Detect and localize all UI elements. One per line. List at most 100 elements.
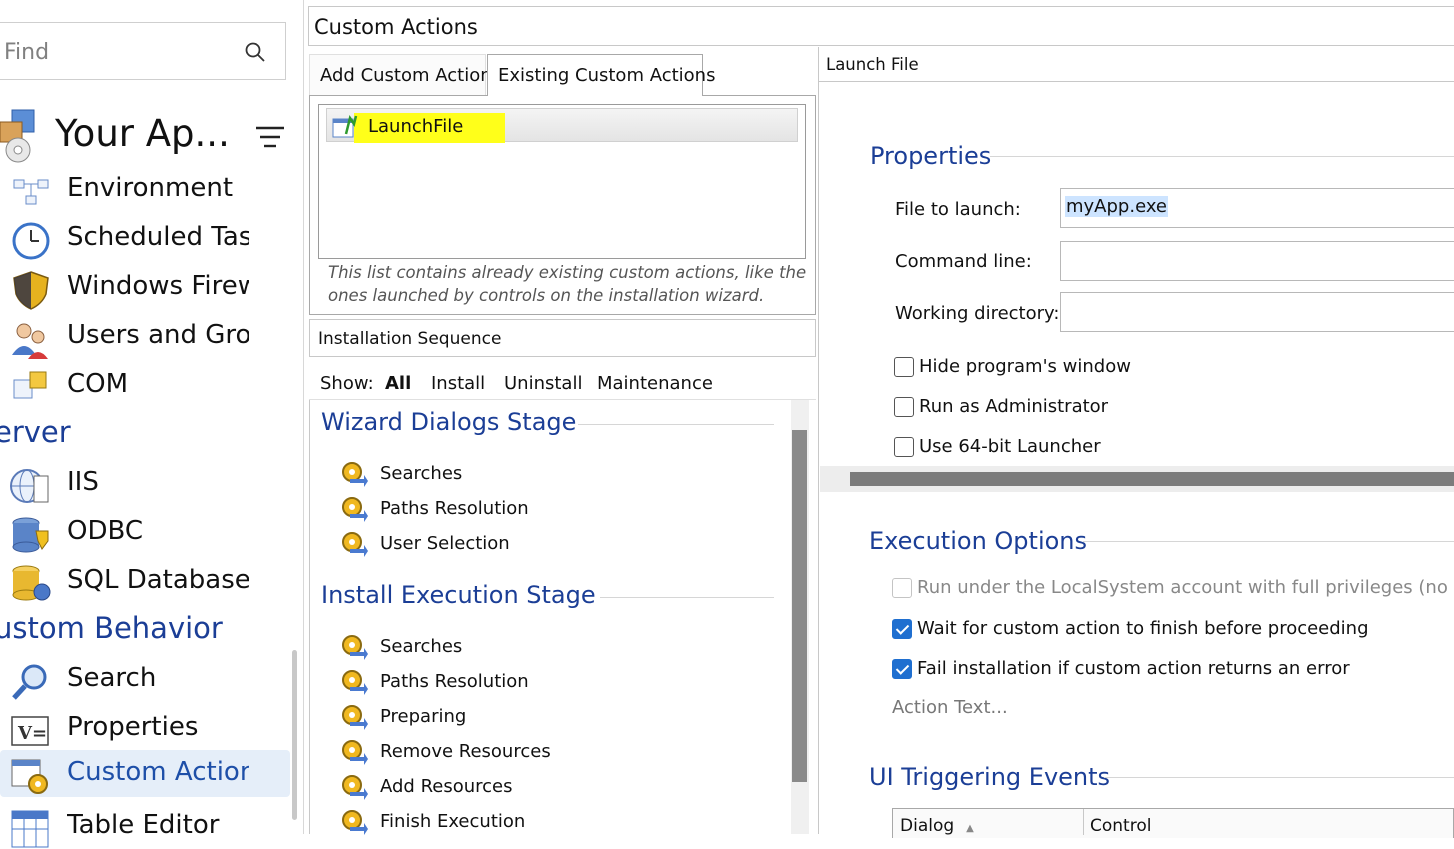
sequence-step-icon (342, 740, 368, 765)
sequence-item-label: Paths Resolution (380, 671, 529, 692)
search-icon[interactable] (244, 41, 266, 63)
sidebar-item-odbc[interactable]: ODBC (0, 509, 290, 555)
grid-column-dialog-label: Dialog (900, 816, 955, 836)
sidebar-item-com[interactable]: COM (0, 362, 290, 408)
sidebar-item-label: IIS (67, 467, 99, 497)
action-text-link[interactable]: Action Text... (892, 697, 1008, 718)
clock-icon (12, 222, 50, 260)
section-divider (990, 156, 1454, 157)
file-to-launch-value: myApp.exe (1065, 196, 1169, 217)
sidebar-item-label: Scheduled Task (67, 222, 249, 252)
sidebar-item-label: COM (67, 369, 129, 399)
sequence-step-icon (342, 705, 368, 730)
sidebar-scrollbar[interactable] (292, 650, 297, 820)
section-divider (1083, 541, 1454, 542)
run-as-admin-checkbox[interactable] (894, 397, 914, 417)
sidebar-item-windows-firewall[interactable]: Windows Firew (0, 264, 290, 310)
sidebar-item-scheduled-task[interactable]: Scheduled Task (0, 215, 290, 261)
execution-options-title: Execution Options (869, 527, 1088, 555)
run-as-admin-label: Run as Administrator (919, 396, 1109, 417)
file-to-launch-input[interactable]: myApp.exe (1060, 188, 1454, 228)
sequence-step-icon (342, 670, 368, 695)
ui-triggering-events-title: UI Triggering Events (869, 763, 1111, 791)
sidebar-item-table-editor[interactable]: Table Editor (0, 803, 290, 849)
section-divider (1104, 777, 1454, 778)
use-64bit-label: Use 64-bit Launcher (919, 436, 1101, 457)
tab-existing-custom-actions[interactable]: Existing Custom Actions (487, 54, 715, 96)
filter-menu-icon[interactable] (255, 125, 285, 149)
filter-all[interactable]: All (385, 373, 411, 394)
page-title: Custom Actions (314, 15, 478, 39)
database-icon (12, 565, 51, 601)
run-localsystem-label: Run under the LocalSystem account with f… (917, 577, 1454, 598)
svg-text:V=: V= (17, 723, 47, 744)
sidebar-item-label: Properties (67, 712, 199, 742)
working-directory-label: Working directory: (895, 303, 1060, 324)
puzzle-icon (13, 371, 47, 399)
show-label: Show: (320, 373, 374, 394)
wait-finish-checkbox[interactable] (892, 619, 912, 639)
shield-icon (13, 271, 49, 310)
sidebar-item-users-and-groups[interactable]: Users and Grou (0, 313, 290, 359)
file-to-launch-label: File to launch: (895, 199, 1021, 220)
properties-section-title: Properties (870, 142, 992, 170)
sidebar-item-properties[interactable]: V= Properties (0, 705, 290, 751)
sidebar-item-search[interactable]: Search (0, 656, 290, 702)
list-item-label[interactable]: LaunchFile (354, 113, 506, 143)
sidebar-item-label: Table Editor (67, 810, 220, 840)
environment-icon (13, 179, 49, 205)
sort-up-icon: ▲ (966, 823, 974, 834)
sequence-scrollbar-thumb[interactable] (792, 430, 807, 782)
grid-column-control[interactable]: Control (1090, 816, 1151, 836)
horizontal-scrollbar-thumb[interactable] (850, 472, 1454, 486)
sidebar-item-label: Search (67, 663, 157, 693)
sequence-item-label: Remove Resources (380, 741, 551, 762)
tab-add-custom-action[interactable]: Add Custom Action (309, 54, 492, 96)
main-title-bar (308, 6, 1454, 46)
sidebar-item-label: Environment (67, 173, 234, 203)
sequence-step-icon (342, 497, 368, 522)
sequence-item-label: User Selection (380, 533, 510, 554)
command-line-input[interactable] (1060, 241, 1454, 281)
sequence-item-label: Searches (380, 636, 463, 657)
stage-title-install-execution: Install Execution Stage (321, 581, 596, 609)
sequence-step-icon (342, 775, 368, 800)
stage-title-wizard-dialogs: Wizard Dialogs Stage (321, 408, 577, 436)
command-line-label: Command line: (895, 251, 1032, 272)
sidebar-item-label: Custom Action (67, 757, 249, 787)
stage-divider (600, 597, 774, 598)
grid-column-separator[interactable] (1083, 809, 1084, 835)
sequence-item-label: Paths Resolution (380, 498, 529, 519)
sequence-step-icon (342, 462, 368, 487)
filter-install[interactable]: Install (431, 373, 485, 394)
sidebar-section-server: erver (0, 415, 71, 449)
hide-window-checkbox[interactable] (894, 357, 914, 377)
sidebar-item-label: ODBC (67, 516, 144, 546)
custom-action-icon (11, 759, 48, 794)
grid-column-dialog[interactable]: Dialog ▲ (900, 816, 974, 836)
sequence-item-label: Preparing (380, 706, 467, 727)
search-input[interactable] (2, 36, 226, 68)
app-package-icon (0, 109, 35, 163)
hide-window-label: Hide program's window (919, 356, 1131, 377)
sidebar-item-iis[interactable]: IIS (0, 460, 290, 506)
properties-icon: V= (11, 716, 49, 746)
fail-on-error-checkbox[interactable] (892, 659, 912, 679)
sidebar-item-label: Users and Grou (67, 320, 249, 350)
filter-uninstall[interactable]: Uninstall (504, 373, 582, 394)
sequence-step-icon (342, 635, 368, 660)
table-icon (11, 810, 49, 848)
sidebar-item-sql-databases[interactable]: SQL Databases (0, 558, 290, 604)
sidebar-section-custom-behavior: ustom Behavior (0, 611, 223, 645)
filter-maintenance[interactable]: Maintenance (597, 373, 713, 394)
odbc-icon (12, 517, 49, 553)
users-icon (12, 323, 48, 359)
sequence-item-label: Add Resources (380, 776, 513, 797)
stage-divider (578, 424, 774, 425)
sidebar-item-environment[interactable]: Environment (0, 166, 290, 212)
app-title: Your Ap... (55, 112, 230, 155)
sidebar-item-custom-action[interactable]: Custom Action (0, 750, 290, 797)
use-64bit-checkbox[interactable] (894, 437, 914, 457)
working-directory-input[interactable] (1060, 292, 1454, 332)
sequence-step-icon (342, 532, 368, 557)
